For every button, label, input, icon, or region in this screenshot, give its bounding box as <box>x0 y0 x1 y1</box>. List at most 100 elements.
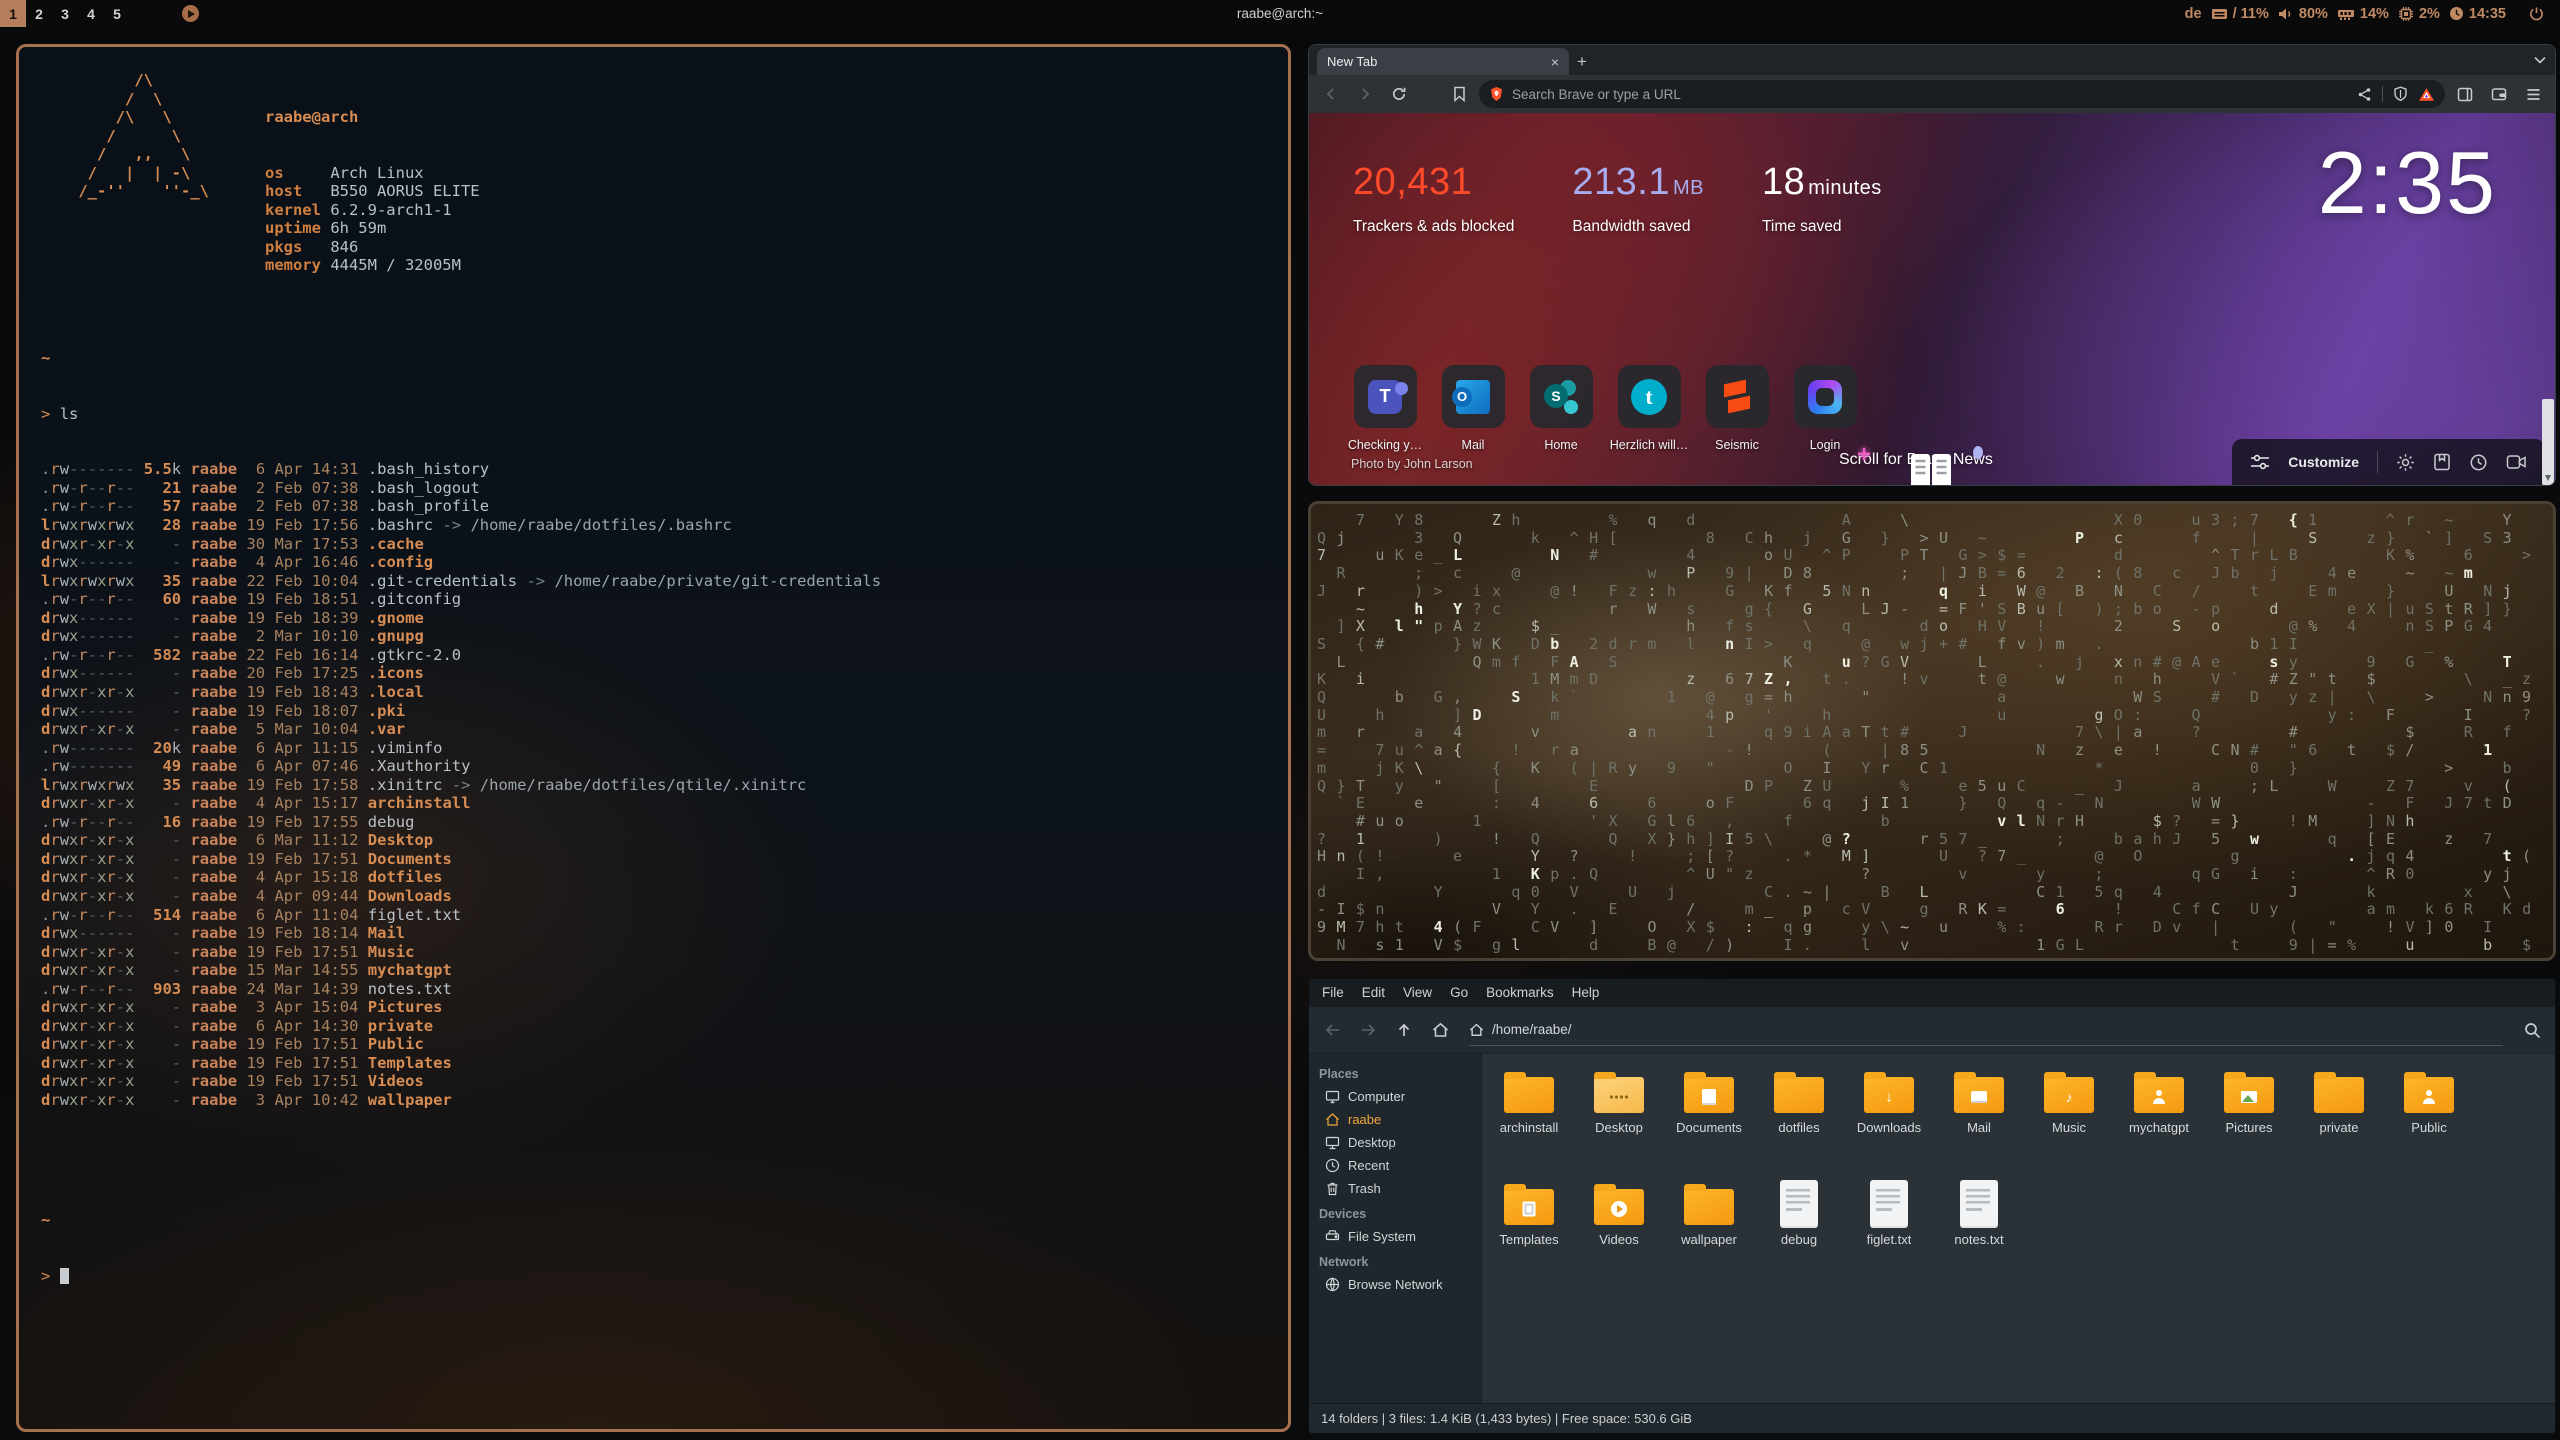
workspace-5[interactable]: 5 <box>104 0 130 27</box>
menu-bookmarks[interactable]: Bookmarks <box>1477 979 1563 1007</box>
history-icon[interactable] <box>2469 453 2488 472</box>
shortcut-tiles: TChecking y… OMail SHome tHerzlich will… Sei… <box>1353 365 1857 452</box>
menu-icon[interactable] <box>2519 80 2547 108</box>
fm-path-bar[interactable]: /home/raabe/ <box>1469 1015 2503 1046</box>
news-peek-book-icon[interactable] <box>1907 452 1955 485</box>
sidebar-item-computer[interactable]: Computer <box>1309 1085 1481 1108</box>
sidebar-item-file-system[interactable]: File System <box>1309 1225 1481 1248</box>
sidebar-item-label: Computer <box>1348 1089 1405 1104</box>
wallet-icon[interactable] <box>2485 80 2513 108</box>
menu-view[interactable]: View <box>1394 979 1441 1007</box>
shortcut-seismic[interactable]: Seismic <box>1705 365 1769 452</box>
sidebar-item-raabe[interactable]: raabe <box>1309 1108 1481 1131</box>
menu-edit[interactable]: Edit <box>1353 979 1394 1007</box>
ls-entry-local: drwxr-xr-x - raabe 19 Feb 18:43 .local <box>41 683 1266 702</box>
camera-icon[interactable] <box>2506 454 2527 470</box>
back-button[interactable] <box>1317 80 1345 108</box>
tab-new-tab[interactable]: New Tab × <box>1317 48 1569 75</box>
workspace-3[interactable]: 3 <box>52 0 78 27</box>
page-scrollbar[interactable] <box>2542 399 2554 485</box>
file-item-figlet-txt[interactable]: figlet.txt <box>1844 1180 1934 1284</box>
bookmark-card-icon[interactable] <box>2433 453 2451 471</box>
fm-sidebar: PlacesComputerraabeDesktopRecentTrashDev… <box>1309 1054 1482 1403</box>
workspace-1[interactable]: 1 <box>0 0 26 27</box>
file-item-wallpaper[interactable]: wallpaper <box>1664 1180 1754 1284</box>
power-widget[interactable] <box>2529 6 2544 21</box>
forward-button[interactable] <box>1351 80 1379 108</box>
fm-home-button[interactable] <box>1427 1017 1453 1043</box>
file-item-archinstall[interactable]: archinstall <box>1484 1068 1574 1172</box>
clock-label: 14:35 <box>2469 6 2506 22</box>
shields-icon[interactable] <box>2393 86 2408 102</box>
matrix-terminal-window[interactable]: 7 Y8 Zh % q d A \ X0 u3;7 {1 ^r ~ Y Qj 3… <box>1308 501 2556 961</box>
ls-entry-bash-history: .rw------- 5.5k raabe 6 Apr 14:31 .bash_… <box>41 460 1266 479</box>
file-item-dotfiles[interactable]: dotfiles <box>1754 1068 1844 1172</box>
rewards-triangle-icon[interactable] <box>2418 87 2435 102</box>
fm-menubar: FileEditViewGoBookmarksHelp <box>1309 979 2555 1007</box>
folder-icon <box>1773 1068 1825 1114</box>
memory-label: 14% <box>2360 6 2389 22</box>
shortcut-login[interactable]: Login <box>1793 365 1857 452</box>
file-item-templates[interactable]: Templates <box>1484 1180 1574 1284</box>
file-item-documents[interactable]: Documents <box>1664 1068 1754 1172</box>
sidebar-item-desktop[interactable]: Desktop <box>1309 1131 1481 1154</box>
reload-button[interactable] <box>1385 80 1413 108</box>
fm-forward-button[interactable] <box>1355 1017 1381 1043</box>
file-item-downloads[interactable]: ↓Downloads <box>1844 1068 1934 1172</box>
prompt-cwd: ~ <box>41 349 1266 368</box>
login-icon <box>1808 380 1842 414</box>
terminal-window[interactable]: /\ / \ /\ \ / \ / ,, \ / | | -\ /_-'' ''… <box>16 44 1291 1432</box>
fm-up-button[interactable] <box>1391 1017 1417 1043</box>
file-item-mail[interactable]: Mail <box>1934 1068 2024 1172</box>
launcher-icon[interactable] <box>182 5 199 22</box>
share-icon[interactable] <box>2357 87 2372 102</box>
folder-glyph <box>1774 1077 1824 1113</box>
document-glyph <box>1960 1180 1998 1228</box>
tab-close-icon[interactable]: × <box>1551 54 1559 70</box>
file-item-private[interactable]: private <box>2294 1068 2384 1172</box>
workspace-4[interactable]: 4 <box>78 0 104 27</box>
workspace-2[interactable]: 2 <box>26 0 52 27</box>
sidebar-item-browse-network[interactable]: Browse Network <box>1309 1273 1481 1296</box>
prompt-active[interactable]: > <box>41 1267 1266 1286</box>
file-item-desktop[interactable]: Desktop <box>1574 1068 1664 1172</box>
sidebar-item-trash[interactable]: Trash <box>1309 1177 1481 1200</box>
sidebar-item-label: Recent <box>1348 1158 1389 1173</box>
ls-entry-git-credentials: lrwxrwxrwx 35 raabe 22 Feb 10:04 .git-cr… <box>41 572 1266 591</box>
file-item-public[interactable]: Public <box>2384 1068 2474 1172</box>
file-item-notes-txt[interactable]: notes.txt <box>1934 1180 2024 1284</box>
menu-file[interactable]: File <box>1313 979 1353 1007</box>
emblem-user-icon <box>2152 1090 2166 1104</box>
file-item-pictures[interactable]: Pictures <box>2204 1068 2294 1172</box>
folder-icon <box>1593 1068 1645 1114</box>
shortcut-mail[interactable]: OMail <box>1441 365 1505 452</box>
folder-glyph <box>2314 1077 2364 1113</box>
file-item-music[interactable]: ♪Music <box>2024 1068 2114 1172</box>
outlook-icon: O <box>1456 380 1490 414</box>
ls-entry-xinitrc: lrwxrwxrwx 35 raabe 19 Feb 17:58 .xinitr… <box>41 776 1266 795</box>
shortcut-label: Checking y… <box>1348 438 1422 452</box>
settings-gear-icon[interactable] <box>2396 453 2415 472</box>
shortcut-checking-y[interactable]: TChecking y… <box>1353 365 1417 452</box>
file-item-mychatgpt[interactable]: mychatgpt <box>2114 1068 2204 1172</box>
bookmarks-button[interactable] <box>1445 80 1473 108</box>
menu-go[interactable]: Go <box>1441 979 1477 1007</box>
cpu-icon <box>2398 6 2414 21</box>
sidebar-panel-icon[interactable] <box>2451 80 2479 108</box>
photo-credit[interactable]: Photo by John Larson <box>1351 457 1473 471</box>
fm-back-button[interactable] <box>1319 1017 1345 1043</box>
shortcut-tile-box: O <box>1442 365 1505 428</box>
tab-search-chevron-icon[interactable] <box>2533 52 2547 70</box>
new-tab-button[interactable]: + <box>1569 49 1595 75</box>
stat-value: 20,431 <box>1353 161 1514 204</box>
fm-search-button[interactable] <box>2519 1017 2545 1043</box>
shortcut-home[interactable]: SHome <box>1529 365 1593 452</box>
shortcut-herzlich-will[interactable]: tHerzlich will… <box>1617 365 1681 452</box>
file-item-debug[interactable]: debug <box>1754 1180 1844 1284</box>
customize-button[interactable]: Customize <box>2288 454 2359 470</box>
file-item-videos[interactable]: Videos <box>1574 1180 1664 1284</box>
url-bar[interactable]: Search Brave or type a URL <box>1479 80 2445 108</box>
sidebar-item-recent[interactable]: Recent <box>1309 1154 1481 1177</box>
menu-help[interactable]: Help <box>1563 979 1609 1007</box>
shortcut-tile-box <box>1794 365 1857 428</box>
